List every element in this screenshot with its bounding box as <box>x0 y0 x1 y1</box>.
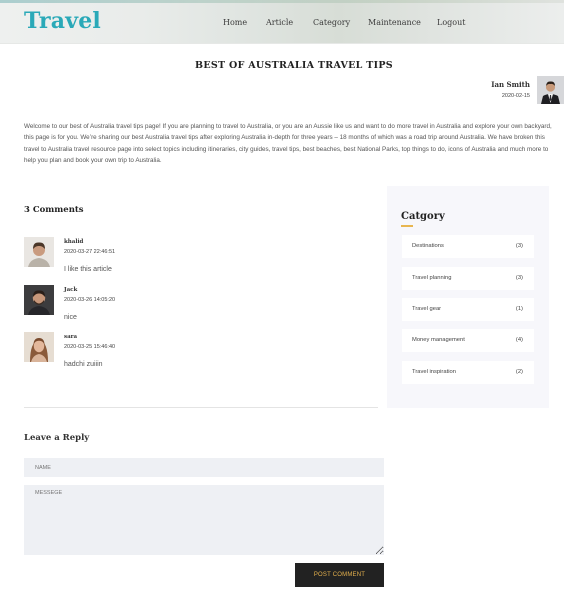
author-name: Ian Smith <box>491 80 530 89</box>
post-title: BEST OF AUSTRALIA TRAVEL TIPS <box>195 60 393 71</box>
nav-category[interactable]: Category <box>313 18 350 27</box>
category-item[interactable]: Destinations (3) <box>402 235 534 258</box>
nav-home[interactable]: Home <box>223 18 247 27</box>
category-count: (4) <box>515 337 523 343</box>
post-date: 2020-02-15 <box>501 93 530 99</box>
comment-date: 2020-03-25 15:46:40 <box>64 344 116 350</box>
nav-article[interactable]: Article <box>266 18 293 27</box>
nav-logout[interactable]: Logout <box>437 18 465 27</box>
title-underline <box>401 225 413 227</box>
commenter-name: khalid <box>64 239 84 245</box>
author-avatar <box>537 76 564 104</box>
category-item[interactable]: Travel planning (3) <box>402 267 534 290</box>
comment-item: khalid 2020-03-27 22:46:51 I like this a… <box>24 237 364 279</box>
commenter-avatar <box>24 237 54 267</box>
section-divider <box>24 407 378 408</box>
category-label: Travel inspiration <box>412 369 456 375</box>
comment-item: sara 2020-03-25 15:46:40 hadchi zuiiin <box>24 332 364 374</box>
comment-item: Jack 2020-03-26 14:05:20 nice <box>24 285 364 327</box>
category-label: Destinations <box>412 243 444 249</box>
comment-text: hadchi zuiiin <box>64 361 103 368</box>
commenter-name: Jack <box>64 287 78 293</box>
category-sidebar: Catgory Destinations (3) Travel planning… <box>387 186 549 408</box>
category-count: (1) <box>515 306 523 312</box>
nav-maintenance[interactable]: Maintenance <box>368 18 421 27</box>
reply-title: Leave a Reply <box>24 433 90 443</box>
name-input[interactable] <box>24 458 384 477</box>
message-input[interactable] <box>24 485 384 555</box>
comment-date: 2020-03-26 14:05:20 <box>64 297 116 303</box>
commenter-avatar <box>24 332 54 362</box>
comments-title: 3 Comments <box>24 205 84 215</box>
category-label: Travel gear <box>412 306 442 312</box>
category-item[interactable]: Travel inspiration (2) <box>402 361 534 384</box>
commenter-name: sara <box>64 334 78 340</box>
commenter-avatar <box>24 285 54 315</box>
post-intro: Welcome to our best of Australia travel … <box>24 123 552 164</box>
comment-date: 2020-03-27 22:46:51 <box>64 249 116 255</box>
main-nav: Home Article Category Maintenance Logout <box>0 18 564 30</box>
category-count: (3) <box>515 243 523 249</box>
sidebar-title: Catgory <box>401 211 445 222</box>
category-count: (2) <box>515 369 523 375</box>
category-label: Money management <box>412 337 465 343</box>
site-header: Travel Home Article Category Maintenance… <box>0 0 564 44</box>
comment-text: nice <box>64 314 77 321</box>
comment-text: I like this article <box>64 266 112 273</box>
category-item[interactable]: Money management (4) <box>402 329 534 352</box>
category-label: Travel planning <box>412 275 452 281</box>
post-comment-button[interactable]: POST COMMENT <box>295 563 384 587</box>
category-count: (3) <box>515 275 523 281</box>
category-item[interactable]: Travel gear (1) <box>402 298 534 321</box>
